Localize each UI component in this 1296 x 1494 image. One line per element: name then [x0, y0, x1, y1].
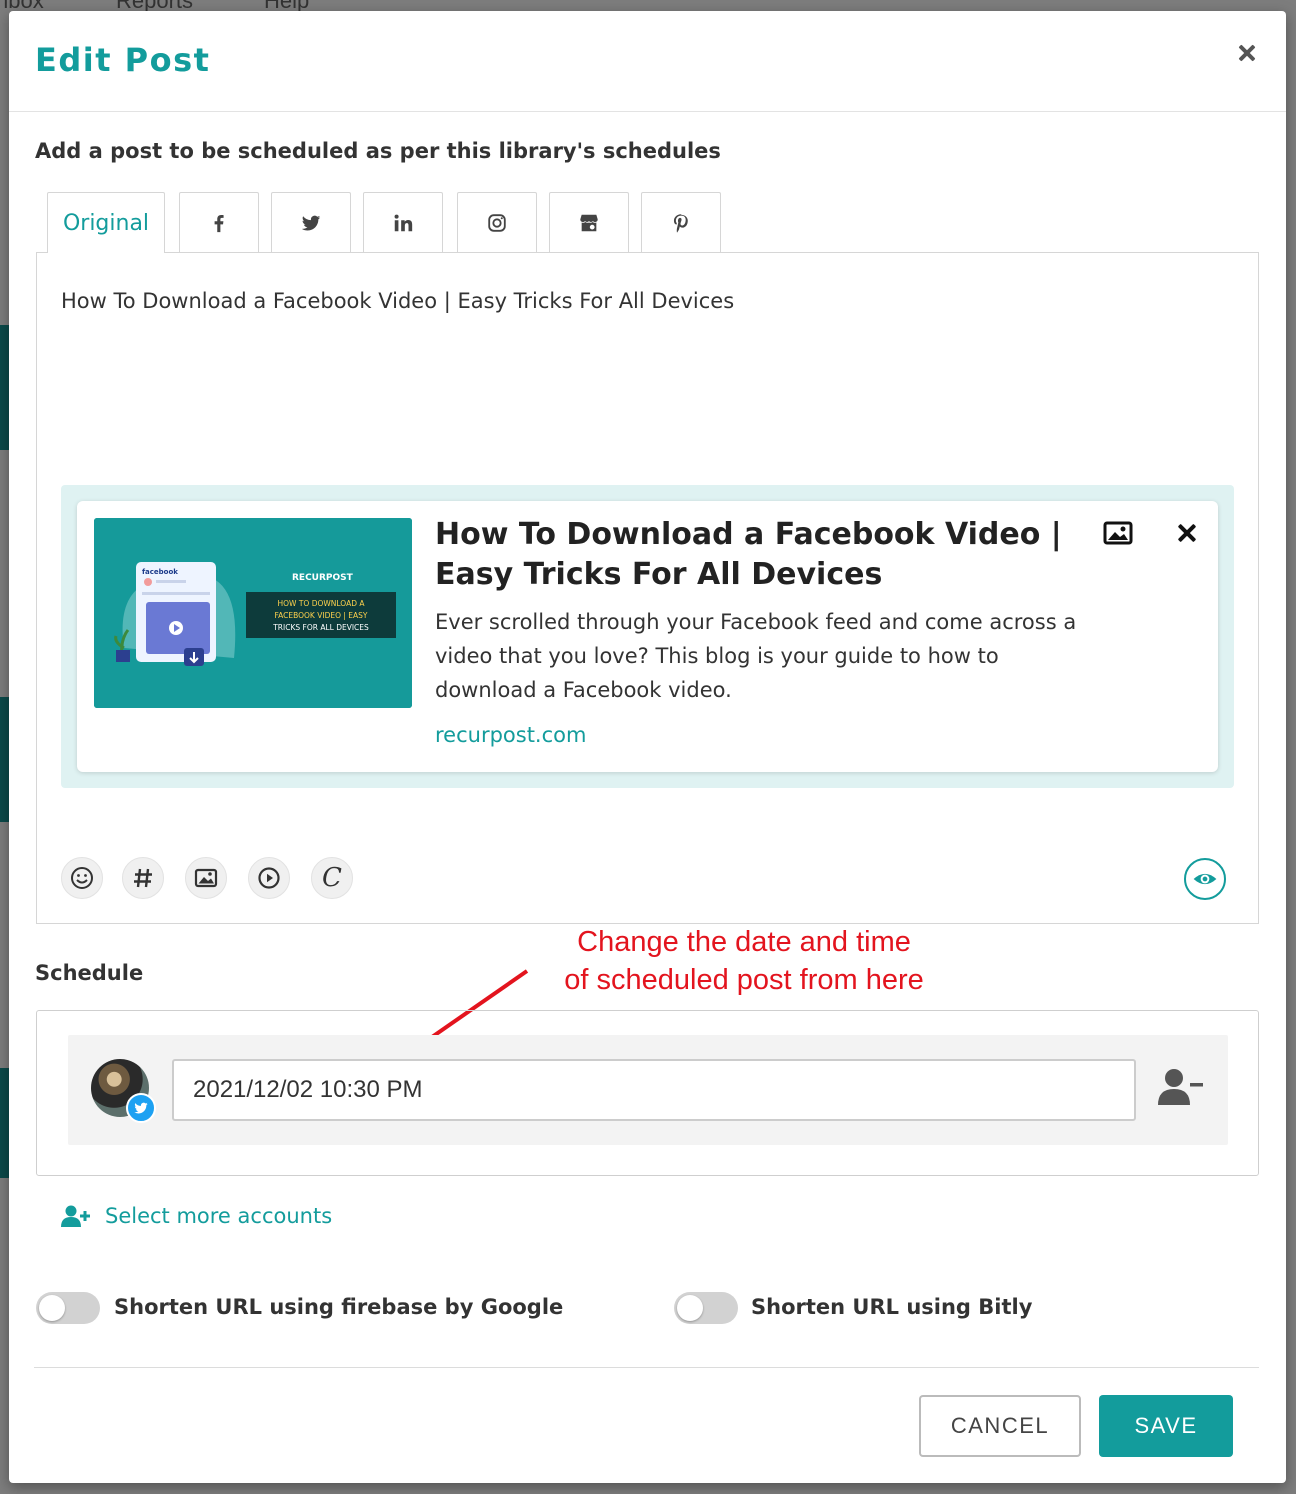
footer-divider — [34, 1367, 1259, 1368]
tab-original[interactable]: Original — [47, 192, 165, 253]
link-title: How To Download a Facebook Video | Easy … — [435, 517, 1062, 592]
annotation-line-2: of scheduled post from here — [564, 964, 924, 996]
image-icon — [194, 868, 218, 888]
preview-button[interactable] — [1184, 858, 1226, 900]
twitter-badge-icon — [126, 1093, 156, 1123]
bitly-toggle[interactable] — [674, 1292, 738, 1324]
link-preview-card: facebook RECURPOST HOW TO DOWNLOAD A FAC… — [77, 501, 1218, 772]
annotation-text: Change the date and time of scheduled po… — [529, 923, 959, 999]
thumb-headline-2: FACEBOOK VIDEO | EASY — [275, 611, 368, 620]
tab-linkedin[interactable] — [363, 192, 443, 252]
cancel-button[interactable]: CANCEL — [919, 1395, 1081, 1457]
tab-instagram[interactable] — [457, 192, 537, 252]
link-thumbnail: facebook RECURPOST HOW TO DOWNLOAD A FAC… — [94, 518, 412, 708]
firebase-toggle[interactable] — [36, 1292, 100, 1324]
thumb-headline-3: TRICKS FOR ALL DEVICES — [272, 623, 369, 632]
hashtag-button[interactable] — [122, 857, 164, 899]
twitter-icon — [301, 215, 321, 231]
post-text[interactable]: How To Download a Facebook Video | Easy … — [61, 289, 734, 313]
link-preview-container: facebook RECURPOST HOW TO DOWNLOAD A FAC… — [61, 485, 1234, 788]
remove-account-icon[interactable] — [1158, 1067, 1204, 1107]
thumb-brand: RECURPOST — [292, 573, 354, 583]
post-editor[interactable]: How To Download a Facebook Video | Easy … — [36, 252, 1259, 924]
modal-title: Edit Post — [35, 41, 211, 79]
hashtag-icon — [134, 868, 152, 888]
link-description: Ever scrolled through your Facebook feed… — [435, 610, 1077, 702]
bitly-toggle-label: Shorten URL using Bitly — [751, 1295, 1033, 1319]
image-button[interactable] — [185, 857, 227, 899]
modal-header: Edit Post — [9, 11, 1286, 112]
canva-button[interactable]: C — [311, 857, 353, 899]
facebook-icon — [214, 214, 224, 232]
thumb-mock-app: facebook — [142, 568, 178, 576]
edit-post-modal: Edit Post Add a post to be scheduled as … — [9, 11, 1286, 1483]
linkedin-icon — [394, 214, 413, 231]
firebase-toggle-label: Shorten URL using firebase by Google — [114, 1295, 564, 1319]
emoji-button[interactable] — [61, 857, 103, 899]
remove-preview-icon[interactable] — [1175, 521, 1199, 545]
tab-pinterest[interactable] — [641, 192, 721, 252]
annotation-line-1: Change the date and time — [577, 926, 911, 958]
video-icon — [258, 867, 280, 889]
add-user-icon — [61, 1205, 90, 1227]
pinterest-icon — [673, 213, 688, 232]
tab-google-my-business[interactable] — [549, 192, 629, 252]
schedule-label: Schedule — [35, 961, 144, 985]
select-more-accounts-link[interactable]: Select more accounts — [61, 1204, 332, 1228]
schedule-row: 2021/12/02 10:30 PM — [68, 1035, 1228, 1145]
thumbnail-illustration: facebook RECURPOST HOW TO DOWNLOAD A FAC… — [94, 518, 412, 708]
change-image-icon[interactable] — [1103, 521, 1133, 545]
emoji-icon — [71, 867, 93, 889]
close-icon[interactable] — [1234, 41, 1260, 67]
tab-twitter[interactable] — [271, 192, 351, 252]
modal-subtitle: Add a post to be scheduled as per this l… — [35, 139, 721, 163]
instagram-icon — [488, 213, 506, 232]
save-button[interactable]: SAVE — [1099, 1395, 1233, 1457]
canva-icon: C — [322, 863, 342, 893]
eye-icon — [1193, 873, 1217, 885]
select-more-accounts-label: Select more accounts — [105, 1204, 333, 1228]
video-button[interactable] — [248, 857, 290, 899]
schedule-box: 2021/12/02 10:30 PM — [36, 1010, 1259, 1176]
link-domain[interactable]: recurpost.com — [435, 723, 586, 747]
schedule-datetime-input[interactable]: 2021/12/02 10:30 PM — [172, 1059, 1136, 1121]
google-my-business-icon — [580, 214, 598, 231]
thumb-headline-1: HOW TO DOWNLOAD A — [277, 599, 365, 608]
tab-facebook[interactable] — [179, 192, 259, 252]
